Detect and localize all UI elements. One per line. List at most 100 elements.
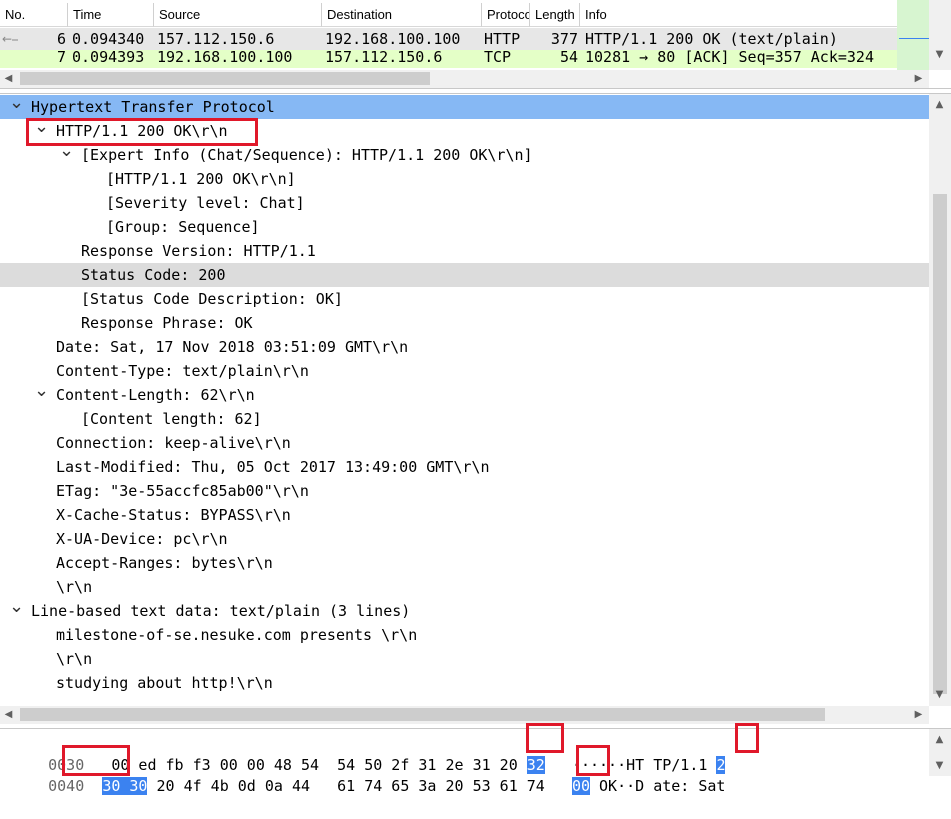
packet-destination: 192.168.100.100 [325, 30, 461, 48]
detail-row-label: Content-Length: 62\r\n [56, 386, 255, 404]
packet-row[interactable]: 7 0.094393 192.168.100.100 157.112.150.6… [0, 50, 897, 68]
ascii-highlight: 00 [571, 777, 590, 795]
packet-length: 377 [550, 30, 578, 48]
detail-row-label: Status Code: 200 [81, 266, 226, 284]
packet-protocol: HTTP [484, 30, 521, 48]
detail-row-label: [Severity level: Chat] [106, 194, 305, 212]
minimap-selection-marker [899, 38, 929, 39]
annotation-box-hex-30-30 [62, 745, 130, 776]
scroll-up-icon[interactable]: ▲ [931, 96, 948, 113]
detail-row-label: milestone-of-se.nesuke.com presents \r\n [56, 626, 418, 644]
related-packet-arrow-icon: ←⎯ [2, 32, 19, 46]
detail-row-label: X-UA-Device: pc\r\n [56, 530, 228, 548]
packet-time: 0.094393 [72, 50, 145, 66]
packet-list-vscrollbar[interactable]: ▼ [929, 0, 951, 70]
packet-protocol: TCP [484, 50, 512, 66]
detail-row[interactable]: [Severity level: Chat] [0, 191, 929, 215]
scroll-right-icon[interactable]: ▶ [910, 70, 927, 87]
column-header-info[interactable]: Info [580, 3, 897, 27]
detail-row-label: \r\n [56, 578, 93, 596]
detail-row-label: Accept-Ranges: bytes\r\n [56, 554, 273, 572]
packet-info: 10281 → 80 [ACK] Seq=357 Ack=324 [585, 50, 874, 66]
detail-row[interactable]: Date: Sat, 17 Nov 2018 03:51:09 GMT\r\n [0, 335, 929, 359]
scroll-down-icon[interactable]: ▼ [931, 686, 948, 703]
annotation-box-status-line [26, 118, 258, 146]
detail-row-label: [Group: Sequence] [106, 218, 260, 236]
detail-row[interactable]: Response Version: HTTP/1.1 [0, 239, 929, 263]
scroll-up-icon[interactable]: ▲ [931, 731, 948, 748]
annotation-box-hex-32 [526, 723, 564, 753]
packet-no: 6 [56, 30, 66, 48]
expand-chevron-icon[interactable]: ⌄ [59, 142, 74, 167]
hscroll-thumb[interactable] [20, 72, 430, 85]
packet-list-pane: No. Time Source Destination Protocol Len… [0, 0, 951, 89]
packet-row-selected[interactable]: ←⎯ 6 0.094340 157.112.150.6 192.168.100.… [0, 28, 897, 50]
column-header-protocol[interactable]: Protocol [482, 3, 530, 27]
detail-row[interactable]: Connection: keep-alive\r\n [0, 431, 929, 455]
column-header-destination[interactable]: Destination [322, 3, 482, 27]
details-vscrollbar[interactable]: ▲ ▼ [929, 94, 951, 706]
column-header-time[interactable]: Time [68, 3, 154, 27]
detail-row[interactable]: ⌄ Hypertext Transfer Protocol [0, 94, 929, 119]
packet-info: HTTP/1.1 200 OK (text/plain) [585, 30, 838, 48]
expand-chevron-icon[interactable]: ⌄ [9, 598, 24, 623]
annotation-box-ascii-00 [576, 745, 610, 776]
hex-bytes: 61 74 65 3a 20 53 61 74 [337, 777, 545, 795]
column-header-source[interactable]: Source [154, 3, 322, 27]
detail-row-label: [Expert Info (Chat/Sequence): HTTP/1.1 2… [81, 146, 533, 164]
scroll-left-icon[interactable]: ◀ [0, 70, 17, 87]
detail-row[interactable]: X-Cache-Status: BYPASS\r\n [0, 503, 929, 527]
detail-row-label: Response Version: HTTP/1.1 [81, 242, 316, 260]
detail-row[interactable]: \r\n [0, 575, 929, 599]
detail-row[interactable]: studying about http!\r\n [0, 671, 929, 695]
column-header-length[interactable]: Length [530, 3, 580, 27]
hex-bytes: 20 4f 4b 0d 0a 44 [147, 777, 311, 795]
scroll-left-icon[interactable]: ◀ [0, 706, 17, 723]
detail-row[interactable]: [Group: Sequence] [0, 215, 929, 239]
detail-row[interactable]: ⌄ Content-Length: 62\r\n [0, 382, 929, 407]
annotation-box-ascii-2 [735, 723, 759, 753]
expand-chevron-icon[interactable]: ⌄ [9, 94, 24, 119]
detail-row[interactable]: Response Phrase: OK [0, 311, 929, 335]
detail-row-label: [Status Code Description: OK] [81, 290, 343, 308]
scroll-right-icon[interactable]: ▶ [910, 706, 927, 723]
scroll-down-icon[interactable]: ▼ [931, 757, 948, 774]
hscroll-thumb[interactable] [20, 708, 825, 721]
packet-no: 7 [56, 50, 66, 66]
detail-row[interactable]: ⌄ [Expert Info (Chat/Sequence): HTTP/1.1 … [0, 142, 929, 167]
packet-list-hscrollbar[interactable]: ◀ ▶ [0, 70, 929, 88]
detail-row-label: Date: Sat, 17 Nov 2018 03:51:09 GMT\r\n [56, 338, 409, 356]
detail-row[interactable]: ETag: "3e-55accfc85ab00"\r\n [0, 479, 929, 503]
detail-row[interactable]: X-UA-Device: pc\r\n [0, 527, 929, 551]
detail-row-label: Connection: keep-alive\r\n [56, 434, 291, 452]
details-hscrollbar[interactable]: ◀ ▶ [0, 706, 929, 724]
detail-row[interactable]: Content-Type: text/plain\r\n [0, 359, 929, 383]
detail-row[interactable]: Last-Modified: Thu, 05 Oct 2017 13:49:00… [0, 455, 929, 479]
detail-row-label: ETag: "3e-55accfc85ab00"\r\n [56, 482, 309, 500]
detail-row-label: Content-Type: text/plain\r\n [56, 362, 309, 380]
detail-row[interactable]: Status Code: 200 [0, 263, 929, 287]
packet-source: 192.168.100.100 [157, 50, 293, 66]
detail-row[interactable]: [HTTP/1.1 200 OK\r\n] [0, 167, 929, 191]
detail-row-label: [HTTP/1.1 200 OK\r\n] [106, 170, 296, 188]
detail-row-label: studying about http!\r\n [56, 674, 273, 692]
packet-time: 0.094340 [72, 30, 145, 48]
detail-row[interactable]: \r\n [0, 647, 929, 671]
detail-row-label: Response Phrase: OK [81, 314, 253, 332]
hex-offset: 0040 [48, 777, 85, 795]
scroll-down-icon[interactable]: ▼ [931, 46, 948, 63]
detail-row[interactable]: [Content length: 62] [0, 407, 929, 431]
hex-bytes-highlight: 30 30 [102, 777, 148, 795]
bytes-vscrollbar[interactable]: ▲ ▼ [929, 729, 951, 776]
detail-row[interactable]: ⌄ Line-based text data: text/plain (3 lin… [0, 598, 929, 623]
detail-row[interactable]: Accept-Ranges: bytes\r\n [0, 551, 929, 575]
detail-row-label: Line-based text data: text/plain (3 line… [31, 602, 411, 620]
detail-row[interactable]: milestone-of-se.nesuke.com presents \r\n [0, 623, 929, 647]
detail-row-label: \r\n [56, 650, 93, 668]
vscroll-thumb[interactable] [933, 194, 947, 694]
detail-row-label: Hypertext Transfer Protocol [31, 98, 275, 116]
packet-destination: 157.112.150.6 [325, 50, 443, 66]
expand-chevron-icon[interactable]: ⌄ [34, 382, 49, 407]
detail-row[interactable]: [Status Code Description: OK] [0, 287, 929, 311]
column-header-no[interactable]: No. [0, 3, 68, 27]
